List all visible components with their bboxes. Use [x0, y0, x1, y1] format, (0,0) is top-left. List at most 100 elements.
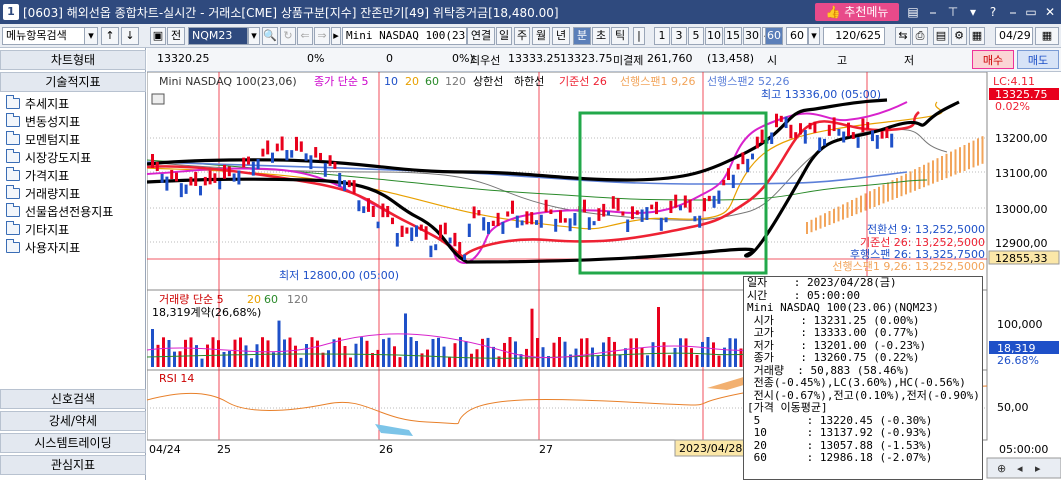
- save-icon[interactable]: ▤: [933, 27, 949, 45]
- pin-icon[interactable]: ⊤: [945, 4, 961, 20]
- chart-low-label: 최저 12800,00 (05:00): [279, 269, 399, 282]
- price-candle: [563, 218, 567, 223]
- symbol-input[interactable]: NQM23: [188, 27, 248, 45]
- price-candle: [400, 225, 404, 237]
- price-candle: [535, 220, 538, 225]
- arrow-down-icon[interactable]: ↓: [121, 27, 139, 45]
- tech-indicator-header[interactable]: 기술적지표: [0, 72, 146, 92]
- btn-day[interactable]: 일: [496, 27, 512, 45]
- price-candle: [520, 220, 524, 226]
- price-candle: [362, 206, 366, 214]
- price-candle: [487, 222, 490, 234]
- volume-bar: [382, 339, 385, 367]
- help-icon[interactable]: ?: [985, 4, 1001, 20]
- interval-dropdown-icon[interactable]: ▾: [808, 27, 820, 45]
- menu-search-input[interactable]: 메뉴항목검색: [2, 27, 97, 45]
- price-candle: [415, 225, 418, 237]
- calendar-icon[interactable]: ▦: [969, 27, 985, 45]
- prev-icon[interactable]: ⇐: [297, 27, 313, 45]
- interval-10[interactable]: 10: [705, 27, 723, 45]
- sidebar-item-8[interactable]: 사용자지표: [6, 238, 80, 256]
- volume-bar: [233, 339, 237, 367]
- sidebar-item-3[interactable]: 시장강도지표: [6, 148, 91, 166]
- count-field[interactable]: 120/625: [823, 27, 885, 45]
- search-icon[interactable]: 🔍: [262, 27, 278, 45]
- strength-header[interactable]: 강세/약세: [0, 411, 146, 431]
- sidebar-item-5[interactable]: 거래량지표: [6, 184, 80, 202]
- btn-connect[interactable]: 연결: [467, 27, 495, 45]
- interval-select[interactable]: 60: [786, 27, 808, 45]
- sidebar-item-6[interactable]: 선물옵션전용지표: [6, 202, 113, 220]
- btn-year[interactable]: 년: [552, 27, 570, 45]
- volume-bar: [321, 352, 325, 367]
- price-candle: [607, 211, 610, 216]
- sidebar-item-1[interactable]: 변동성지표: [6, 112, 80, 130]
- btn-minute[interactable]: 분: [573, 27, 591, 45]
- price-candle: [429, 245, 433, 258]
- refresh-icon[interactable]: ↻: [280, 27, 296, 45]
- volume-legend-20: 20: [247, 293, 261, 306]
- date-field[interactable]: 04/29: [995, 27, 1033, 45]
- quote-change: 0%: [307, 52, 325, 65]
- menu-search-dropdown-icon[interactable]: ▾: [84, 27, 98, 45]
- symbol-dropdown-icon[interactable]: ▾: [248, 27, 260, 45]
- btn-week[interactable]: 주: [514, 27, 530, 45]
- folder-icon: [6, 238, 20, 253]
- sidebar-item-0[interactable]: 추세지표: [6, 94, 69, 112]
- maximize-icon[interactable]: ⎯: [1005, 4, 1021, 20]
- rsi-tick: 50,00: [997, 401, 1029, 414]
- interval-5[interactable]: 5: [688, 27, 704, 45]
- volume-bar: [459, 337, 462, 367]
- arrow-up-icon[interactable]: ↑: [101, 27, 119, 45]
- volume-bar: [239, 337, 242, 367]
- interval-1[interactable]: 1: [654, 27, 670, 45]
- price-candle: [621, 211, 625, 216]
- date-picker-icon[interactable]: ▦: [1035, 27, 1059, 45]
- price-candle: [155, 161, 159, 171]
- sidebar-item-label: 선물옵션전용지표: [25, 204, 114, 219]
- interval-3[interactable]: 3: [671, 27, 687, 45]
- system-trading-header[interactable]: 시스템트레이딩: [0, 433, 146, 453]
- volume-bar: [618, 354, 622, 367]
- full-button[interactable]: 전: [167, 27, 185, 45]
- close-icon[interactable]: ✕: [1042, 4, 1058, 20]
- sidebar-item-7[interactable]: 기타지표: [6, 220, 69, 238]
- sell-button[interactable]: 매도: [1017, 50, 1059, 69]
- volume-bar: [706, 337, 710, 367]
- interest-indicator-header[interactable]: 관심지표: [0, 455, 146, 475]
- interval-60[interactable]: 60: [765, 27, 783, 45]
- lock-icon[interactable]: ▣: [150, 27, 166, 45]
- btn-month[interactable]: 월: [532, 27, 550, 45]
- minimize-icon[interactable]: ⎯: [925, 4, 941, 20]
- buy-button[interactable]: 매수: [972, 50, 1014, 69]
- price-candle: [683, 195, 687, 208]
- btn-tick[interactable]: 틱: [611, 27, 629, 45]
- scroll-icon[interactable]: ▸: [331, 27, 341, 45]
- settings-arrows-icon[interactable]: ⇆: [895, 27, 911, 45]
- chart-type-header[interactable]: 차트형태: [0, 50, 146, 70]
- next-icon[interactable]: ⇒: [314, 27, 330, 45]
- signal-search-header[interactable]: 신호검색: [0, 389, 146, 409]
- sidebar-item-2[interactable]: 모멘텀지표: [6, 130, 80, 148]
- price-candle: [314, 147, 318, 158]
- sidebar-item-4[interactable]: 가격지표: [6, 166, 69, 184]
- interval-30[interactable]: 30: [743, 27, 761, 45]
- recommend-menu-button[interactable]: 👍 추천메뉴: [815, 3, 899, 21]
- print-icon[interactable]: ⎙: [912, 27, 928, 45]
- price-candle: [775, 113, 778, 128]
- price-candle: [751, 153, 754, 160]
- price-candle: [847, 122, 850, 137]
- gear-icon[interactable]: ⚙: [951, 27, 967, 45]
- price-candle: [482, 217, 486, 231]
- dropdown-icon[interactable]: ▾: [965, 4, 981, 20]
- info-line: [가격 이동평균]: [747, 401, 828, 414]
- price-candle: [194, 171, 198, 186]
- restore-icon[interactable]: ▭: [1023, 4, 1039, 20]
- btn-second[interactable]: 초: [592, 27, 610, 45]
- interval-left-icon[interactable]: |: [633, 27, 645, 45]
- interval-15[interactable]: 15: [724, 27, 742, 45]
- window-icon[interactable]: ▤: [905, 4, 921, 20]
- price-candle: [712, 195, 716, 208]
- price-candle: [395, 233, 399, 247]
- price-candle: [448, 237, 452, 244]
